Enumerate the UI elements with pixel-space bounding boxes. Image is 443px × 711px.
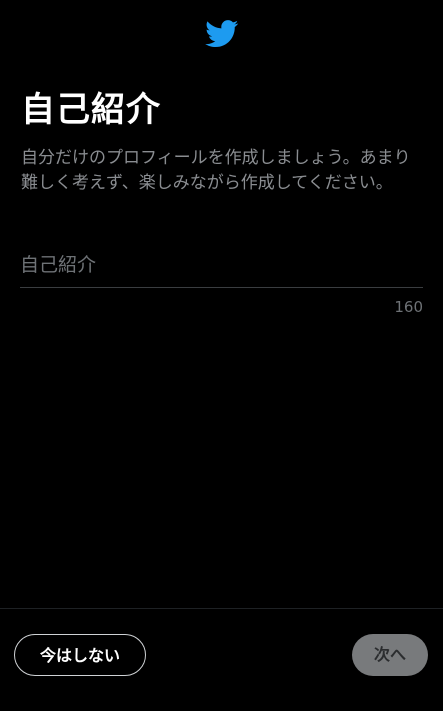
page-description: 自分だけのプロフィールを作成しましょう。あまり難しく考えず、楽しみながら作成して… <box>21 148 411 193</box>
bio-field <box>20 245 423 288</box>
character-count: 160 <box>394 298 423 316</box>
page-title: 自己紹介 <box>21 90 161 130</box>
skip-button[interactable]: 今はしない <box>14 634 146 676</box>
bio-input[interactable] <box>20 245 423 285</box>
twitter-bird-icon <box>205 20 239 48</box>
next-button[interactable]: 次へ <box>352 634 428 676</box>
bottom-bar: 今はしない 次へ <box>0 608 443 711</box>
